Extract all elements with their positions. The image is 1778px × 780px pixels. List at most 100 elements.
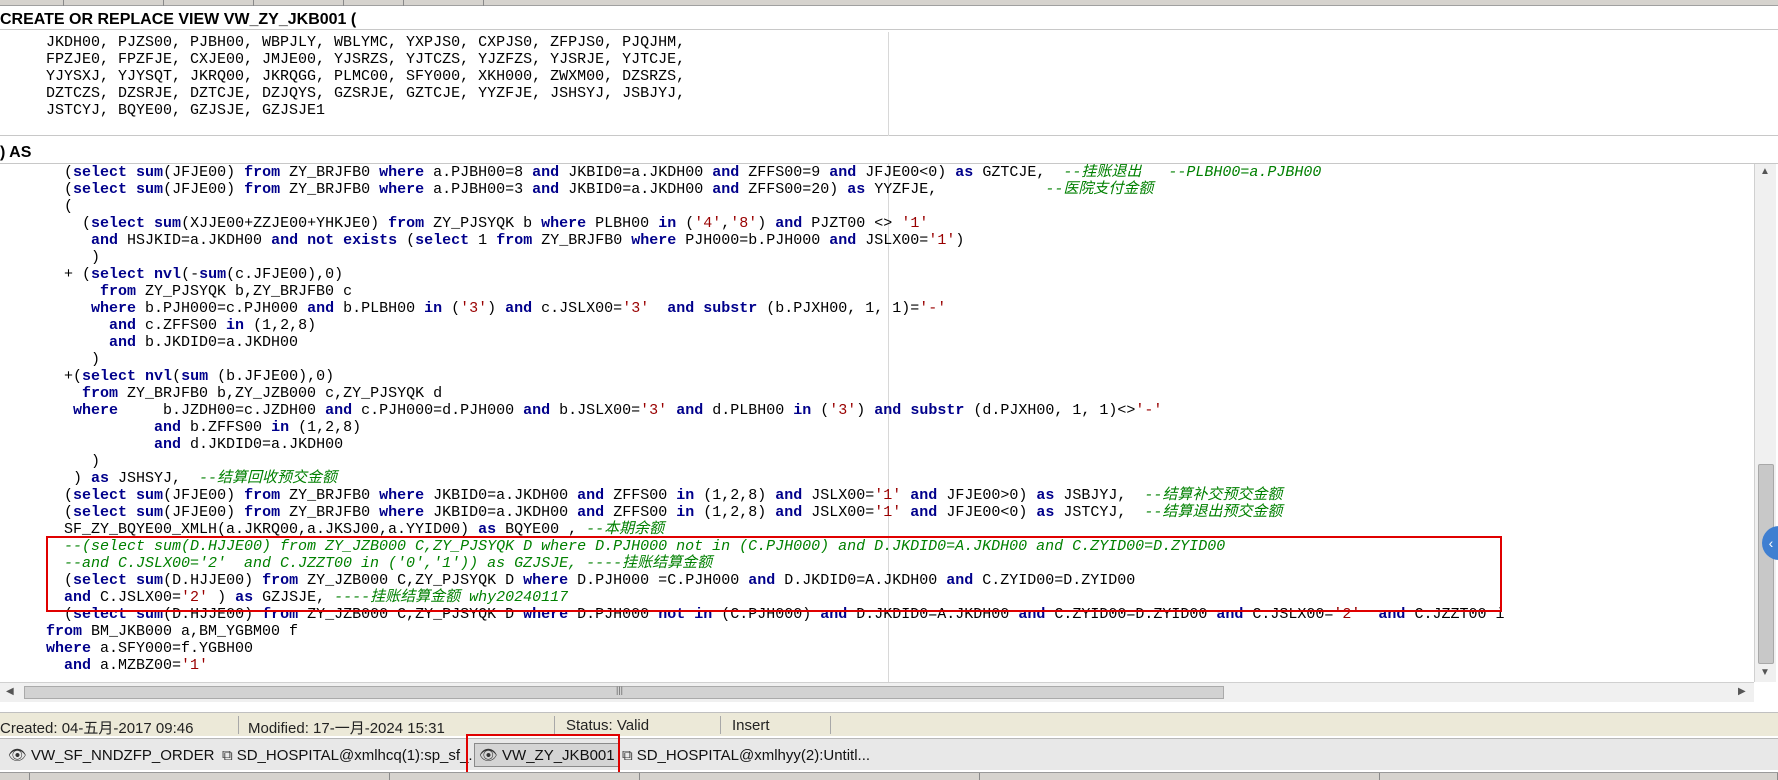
scroll-grip-icon: |||	[616, 685, 624, 695]
sql-keyword: as	[955, 164, 974, 181]
code-line[interactable]: --(select sum(D.HJJE00) from ZY_JZB000 C…	[46, 538, 1504, 555]
sql-keyword: and	[874, 402, 902, 419]
code-line[interactable]: and a.MZBZ00='1'	[46, 657, 1504, 674]
bottom-segment	[390, 773, 640, 780]
create-view-statement[interactable]: CREATE OR REPLACE VIEW VW_ZY_JKB001 (	[0, 11, 356, 29]
column-list-line[interactable]: JSTCYJ, BQYE00, GZJSJE, GZJSJE1	[46, 102, 685, 119]
sql-keyword: and	[154, 436, 182, 453]
sql-text: (b.PJXH00, 1, 1)=	[757, 300, 920, 317]
code-line[interactable]: ) as JSHSYJ, --结算回收预交金额	[46, 470, 1504, 487]
code-line[interactable]: and c.ZFFS00 in (1,2,8)	[46, 317, 1504, 334]
sql-keyword: and	[505, 300, 533, 317]
code-line[interactable]: SF_ZY_BQYE00_XMLH(a.JKRQ00,a.JKSJ00,a.YY…	[46, 521, 1504, 538]
code-line[interactable]: where b.JZDH00=c.JZDH00 and c.PJH000=d.P…	[46, 402, 1504, 419]
top-tab-stub[interactable]	[344, 0, 404, 6]
sql-editor[interactable]: (select sum(JFJE00) from ZY_BRJFB0 where…	[0, 164, 1754, 682]
sql-text: ZFFS00	[604, 504, 677, 521]
top-tab-stub[interactable]	[254, 0, 344, 6]
code-line[interactable]: --and C.JSLX00='2' and C.JZZT00 in ('0',…	[46, 555, 1504, 572]
code-line[interactable]: (select sum(JFJE00) from ZY_BRJFB0 where…	[46, 487, 1504, 504]
code-line[interactable]: where a.SFY000=f.YGBH00	[46, 640, 1504, 657]
horizontal-scroll-thumb[interactable]	[24, 686, 1224, 699]
sql-keyword: not	[658, 606, 686, 623]
sql-text: (	[811, 402, 830, 419]
sql-keyword: and	[532, 164, 560, 181]
code-line[interactable]: (	[46, 198, 1504, 215]
top-tab-stub[interactable]	[404, 0, 484, 6]
column-list-line[interactable]: YJYSXJ, YJYSQT, JKRQ00, JKRQGG, PLMC00, …	[46, 68, 685, 85]
top-tab-stub[interactable]	[164, 0, 254, 6]
task-label: VW_SF_NNDZFP_ORDER	[31, 746, 215, 764]
code-line[interactable]: and b.ZFFS00 in (1,2,8)	[46, 419, 1504, 436]
task-vw-sf-nndzfp-order[interactable]: 👁 VW_SF_NNDZFP_ORDER	[8, 743, 214, 767]
sql-text: (C.PJH000)	[712, 606, 821, 623]
sql-string: '1'	[874, 487, 902, 504]
code-line[interactable]: from ZY_BRJFB0 b,ZY_JZB000 c,ZY_PJSYQK d	[46, 385, 1504, 402]
sql-keyword: where	[379, 164, 425, 181]
code-line[interactable]: and C.JSLX00='2' ) as GZJSJE, ----挂账结算金额…	[46, 589, 1504, 606]
column-list-pane[interactable]: JKDH00, PJZS00, PJBH00, WBPJLY, WBLYMC, …	[0, 32, 1778, 136]
code-line[interactable]: (select sum(JFJE00) from ZY_BRJFB0 where…	[46, 181, 1504, 198]
code-line[interactable]: (select sum(XJJE00+ZZJE00+YHKJE0) from Z…	[46, 215, 1504, 232]
right-margin-guide	[888, 32, 889, 136]
sql-text: JKBID0=a.JKDH00	[559, 164, 713, 181]
sql-comment: --and C.JSLX00='2' and C.JZZT00 in ('0',…	[46, 555, 713, 572]
code-line[interactable]: +(select nvl(sum (b.JFJE00),0)	[46, 368, 1504, 385]
sql-keyword: where	[91, 300, 137, 317]
sql-text: c.JSLX00=	[532, 300, 623, 317]
view-header-bar: CREATE OR REPLACE VIEW VW_ZY_JKB001 (	[0, 8, 1778, 30]
code-line[interactable]: and b.JKDID0=a.JKDH00	[46, 334, 1504, 351]
column-list-line[interactable]: JKDH00, PJZS00, PJBH00, WBPJLY, WBLYMC, …	[46, 34, 685, 51]
sql-text: JSLX00=	[856, 232, 929, 249]
sql-text: ZY_JZB000 C,ZY_PJSYQK D	[298, 572, 524, 589]
scroll-down-arrow-icon[interactable]: ▼	[1760, 667, 1770, 678]
horizontal-scrollbar[interactable]: ◀ ||| ▶	[0, 682, 1754, 702]
code-line[interactable]: and d.JKDID0=a.JKDH00	[46, 436, 1504, 453]
sql-text: c.PJH000=d.PJH000	[352, 402, 524, 419]
sql-code[interactable]: (select sum(JFJE00) from ZY_BRJFB0 where…	[46, 164, 1504, 674]
vertical-scroll-thumb[interactable]	[1758, 464, 1774, 664]
code-line[interactable]: (select sum(JFJE00) from ZY_BRJFB0 where…	[46, 164, 1504, 181]
task-label: SD_HOSPITAL@xmlhyy(2):Untitl...	[636, 746, 871, 764]
sql-keyword: and	[946, 572, 974, 589]
code-line[interactable]: (select sum(JFJE00) from ZY_BRJFB0 where…	[46, 504, 1504, 521]
scroll-left-arrow-icon[interactable]: ◀	[6, 686, 14, 697]
scroll-up-arrow-icon[interactable]: ▲	[1760, 166, 1770, 177]
column-list-line[interactable]: DZTCZS, DZSRJE, DZTCJE, DZJQYS, GZSRJE, …	[46, 85, 685, 102]
code-line[interactable]: )	[46, 249, 1504, 266]
code-line[interactable]: )	[46, 351, 1504, 368]
task-vw-zy-jkb001[interactable]: 👁 VW_ZY_JKB001	[474, 743, 620, 767]
sql-string: '1'	[181, 657, 209, 674]
sql-text: )	[757, 215, 776, 232]
code-line[interactable]: (select sum(D.HJJE00) from ZY_JZB000 C,Z…	[46, 606, 1504, 623]
code-line[interactable]: (select sum(D.HJJE00) from ZY_JZB000 C,Z…	[46, 572, 1504, 589]
top-tab-stub[interactable]	[0, 0, 64, 6]
column-list-text[interactable]: JKDH00, PJZS00, PJBH00, WBPJLY, WBLYMC, …	[46, 34, 685, 119]
sql-keyword: select	[73, 487, 128, 504]
code-line[interactable]: from BM_JKB000 a,BM_YGBM00 f	[46, 623, 1504, 640]
vertical-scrollbar[interactable]: ▲ ▼	[1754, 164, 1776, 682]
task-sql-window-untitled[interactable]: ⧉ SD_HOSPITAL@xmlhyy(2):Untitl...	[622, 743, 870, 767]
code-line[interactable]: where b.PJH000=c.PJH000 and b.PLBH00 in …	[46, 300, 1504, 317]
column-list-line[interactable]: FPZJE0, FPZFJE, CXJE00, JMJE00, YJSRZS, …	[46, 51, 685, 68]
task-sp-sf-procedure[interactable]: ⧉ SD_HOSPITAL@xmlhcq(1):sp_sf_...	[222, 743, 481, 767]
top-tab-stub[interactable]	[64, 0, 164, 6]
sql-text: ZFFS00=9	[739, 164, 830, 181]
sql-text: )	[46, 249, 101, 266]
bottom-segment	[30, 773, 390, 780]
as-keyword[interactable]: ) AS	[0, 144, 31, 162]
code-line[interactable]: and HSJKID=a.JKDH00 and not exists (sele…	[46, 232, 1504, 249]
code-line[interactable]: + (select nvl(-sum(c.JFJE00),0)	[46, 266, 1504, 283]
code-line[interactable]: )	[46, 453, 1504, 470]
sql-text: d.JKDID0=a.JKDH00	[181, 436, 344, 453]
scroll-right-arrow-icon[interactable]: ▶	[1738, 686, 1746, 697]
bottom-segment	[640, 773, 980, 780]
sql-keyword: in	[226, 317, 245, 334]
code-line[interactable]: from ZY_PJSYQK b,ZY_BRJFB0 c	[46, 283, 1504, 300]
